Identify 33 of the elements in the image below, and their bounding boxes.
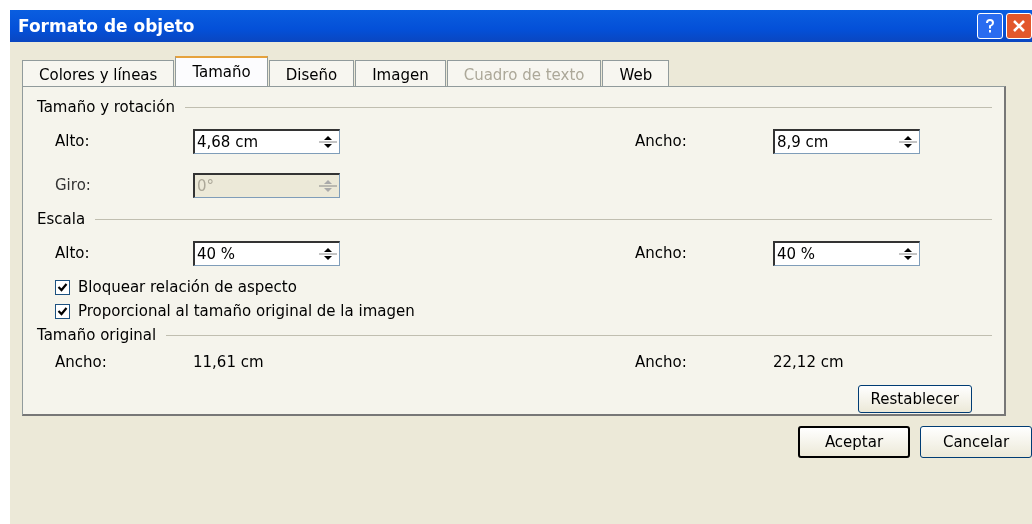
tab[interactable]: Colores y líneas [22,60,175,86]
close-icon [1012,19,1026,33]
section-title: Escala [37,210,86,228]
tab[interactable]: Web [602,60,670,86]
window-title: Formato de objeto [18,16,195,36]
spin-field[interactable]: 4,68 cm [193,128,340,154]
field-label: Giro: [55,176,92,194]
field-label: Ancho: [635,244,688,262]
tab[interactable]: Tamaño [175,56,268,86]
checkbox[interactable] [55,303,70,319]
dialog-button[interactable]: Aceptar [798,426,910,458]
checkbox-label: Bloquear relación de aspecto [78,278,297,296]
help-button[interactable] [977,13,1003,39]
spin-field[interactable]: 40 % [193,240,340,266]
checkbox-label: Proporcional al tamaño original de la imagen [78,302,415,320]
field-label: Ancho: [635,132,688,150]
help-icon [983,18,997,34]
tab[interactable]: Imagen [355,60,446,86]
spin-field[interactable]: 40 % [773,240,920,266]
section-title: Tamaño original [37,326,157,344]
info-label: Ancho: [635,353,688,371]
field-label: Alto: [55,132,91,150]
section-title: Tamaño y rotación [37,98,175,116]
spin-field[interactable]: 8,9 cm [773,128,920,154]
close-button[interactable] [1006,13,1032,39]
info-value: 11,61 cm [193,353,264,371]
reset-button[interactable]: Restablecer [857,385,972,413]
checkbox[interactable] [55,279,70,295]
info-label: Ancho: [55,353,108,371]
dialog-button[interactable]: Cancelar [920,426,1032,458]
info-value: 22,12 cm [773,353,844,371]
tab[interactable]: Diseño [268,60,355,86]
field-label: Alto: [55,244,91,262]
